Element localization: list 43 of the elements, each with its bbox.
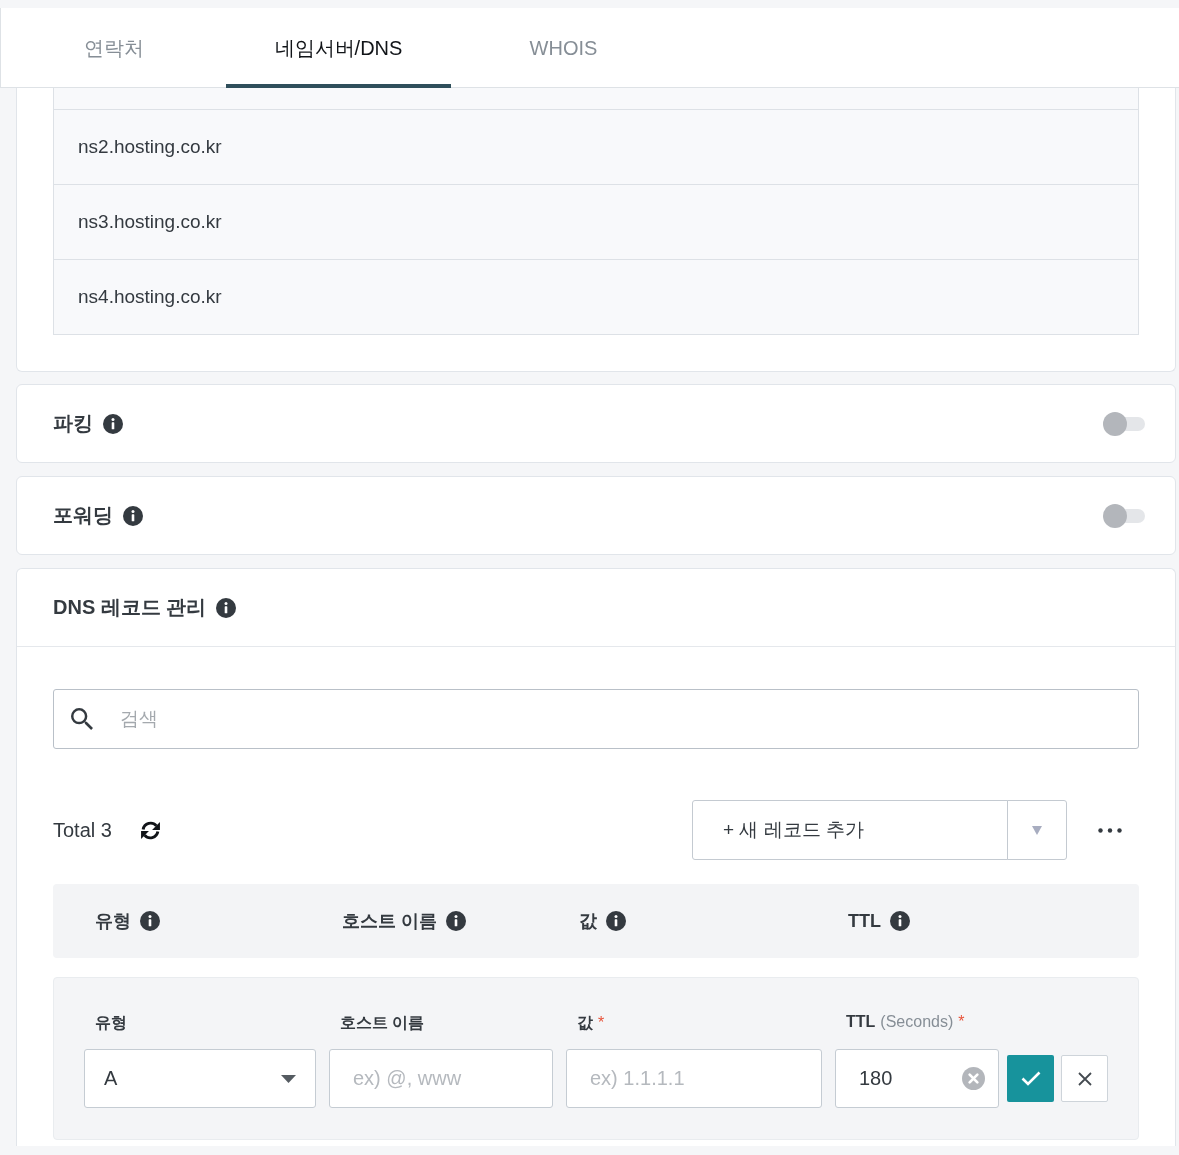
- close-icon: [1077, 1071, 1092, 1086]
- info-icon: [606, 911, 626, 931]
- type-select[interactable]: A: [84, 1049, 316, 1108]
- nameserver-name: ns3.hosting.co.kr: [78, 211, 222, 233]
- nameserver-name: ns2.hosting.co.kr: [78, 136, 222, 158]
- toggle-switch[interactable]: [1103, 503, 1145, 528]
- info-icon: [140, 911, 160, 931]
- search-icon: [71, 708, 93, 730]
- refresh-icon[interactable]: [139, 820, 161, 840]
- text-input[interactable]: ex) 1.1.1.1: [566, 1049, 822, 1108]
- field-label: 유형: [95, 1013, 127, 1033]
- required-mark: *: [598, 1014, 605, 1032]
- field-label: TTL: [846, 1013, 876, 1031]
- card-title: 포워딩: [53, 503, 113, 528]
- column-header: 유형: [95, 910, 131, 933]
- info-icon: [446, 911, 466, 931]
- number-input[interactable]: 180: [835, 1049, 999, 1108]
- clear-icon[interactable]: [962, 1067, 985, 1090]
- column-header: 호스트 이름: [342, 910, 437, 933]
- unit-label: (Seconds): [880, 1013, 954, 1031]
- cancel-button[interactable]: [1061, 1055, 1108, 1102]
- check-icon: [1020, 1071, 1041, 1086]
- text-input[interactable]: ex) @, www: [329, 1049, 553, 1108]
- add-record-button[interactable]: + 새 레코드 추가: [692, 800, 1008, 860]
- card-title: DNS 레코드 관리: [53, 595, 207, 620]
- field-label: 호스트 이름: [340, 1013, 425, 1033]
- required-mark: *: [958, 1013, 965, 1031]
- column-header: TTL: [848, 910, 881, 932]
- toggle-switch[interactable]: [1103, 411, 1145, 436]
- info-icon: [216, 597, 237, 618]
- caret-icon: [1032, 825, 1042, 835]
- nameserver-name: ns4.hosting.co.kr: [78, 286, 222, 308]
- field-label: 값: [577, 1013, 593, 1033]
- info-icon: [123, 505, 143, 526]
- info-icon: [103, 413, 123, 434]
- more-icon: [1098, 827, 1122, 833]
- search-field[interactable]: 검색: [53, 689, 1139, 749]
- info-icon: [890, 911, 910, 931]
- confirm-button[interactable]: [1007, 1055, 1054, 1102]
- card-title: 파킹: [53, 411, 93, 436]
- caret-icon: [281, 1074, 296, 1083]
- total-count: Total 3: [53, 818, 112, 842]
- column-header: 값: [579, 910, 597, 933]
